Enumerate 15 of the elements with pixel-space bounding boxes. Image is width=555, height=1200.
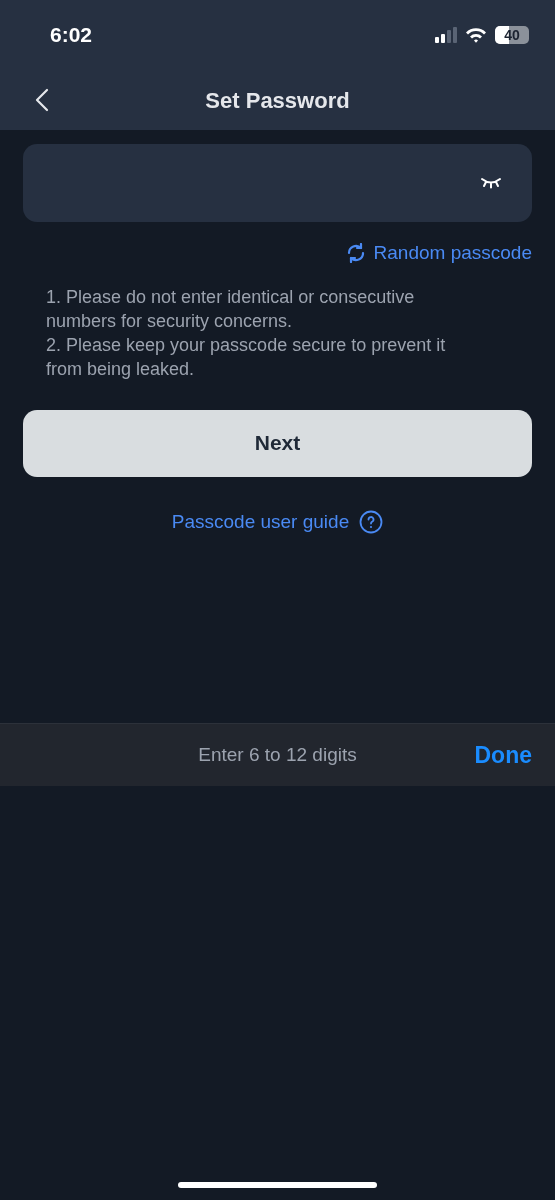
signal-icon [435,27,457,43]
page-title: Set Password [205,86,350,115]
closed-eye-icon[interactable] [480,177,502,189]
password-field[interactable] [23,144,532,222]
security-note: 2. Please keep your passcode secure to prevent it from being leaked. [46,333,447,381]
refresh-icon [345,243,366,264]
status-time: 6:02 [50,22,93,49]
digits-hint: Enter 6 to 12 digits [198,742,357,767]
security-note: 1. Please do not enter identical or consecutive numbers for security concerns. [46,285,416,333]
wifi-icon [465,27,487,43]
next-button[interactable]: Next [23,409,532,477]
help-icon [359,509,384,534]
random-passcode-link[interactable]: Random passcode [345,239,532,268]
done-button[interactable]: Done [474,737,532,773]
user-guide-link[interactable]: Passcode user guide [171,507,384,536]
